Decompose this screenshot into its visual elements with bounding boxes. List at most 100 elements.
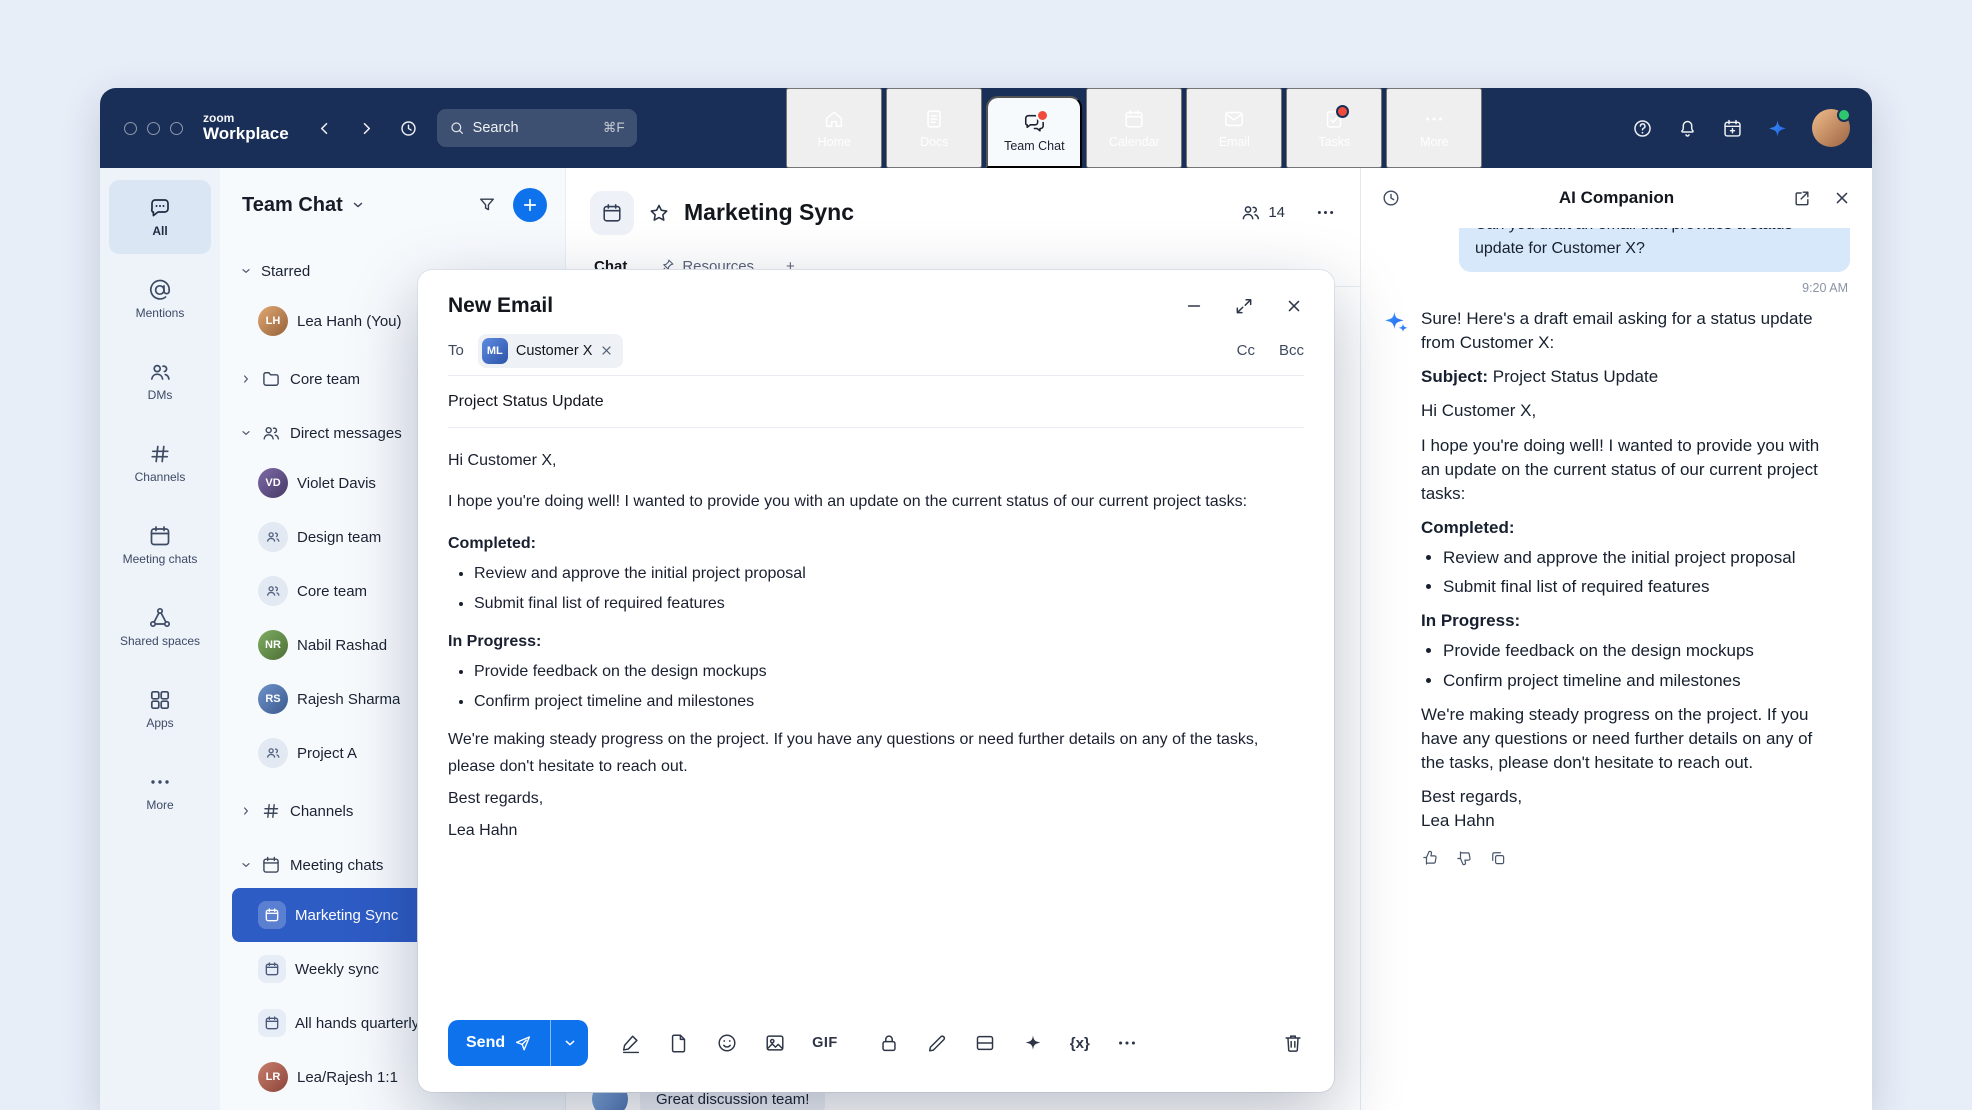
to-field[interactable]: To ML Customer X Cc Bcc (448, 326, 1304, 376)
chevron-right-icon (357, 119, 376, 138)
filter-button[interactable] (477, 195, 497, 215)
rail-item-meeting-chats[interactable]: Meeting chats (109, 508, 211, 582)
home-icon (823, 108, 845, 130)
signature-icon (620, 1032, 642, 1054)
window-dot[interactable] (124, 122, 137, 135)
window-dot[interactable] (170, 122, 183, 135)
search-input[interactable]: Search ⌘F (437, 109, 637, 147)
brand-zoom: zoom (203, 112, 289, 125)
rail-item-mentions[interactable]: Mentions (109, 262, 211, 336)
thumbs-up-button[interactable] (1421, 849, 1439, 867)
history-button[interactable] (395, 114, 423, 142)
rail-item-channels[interactable]: Channels (109, 426, 211, 500)
response-actions (1421, 849, 1820, 867)
left-rail: All Mentions DMs Channels Meeting chats (100, 168, 220, 1110)
open-in-new-button[interactable] (1792, 188, 1812, 208)
bcc-button[interactable]: Bcc (1279, 342, 1304, 359)
star-icon (648, 202, 670, 224)
pencil-icon (926, 1032, 948, 1054)
ai-compose-button[interactable] (1022, 1032, 1044, 1054)
recipient-name: Customer X (516, 343, 593, 359)
cc-button[interactable]: Cc (1237, 342, 1255, 359)
ellipsis-icon (1423, 108, 1445, 130)
calendar-add-button[interactable] (1722, 118, 1743, 139)
insert-image-button[interactable] (764, 1032, 786, 1054)
email-body-editor[interactable]: Hi Customer X, I hope you're doing well!… (418, 428, 1334, 1004)
gif-button[interactable]: GIF (812, 1035, 838, 1051)
ai-history-button[interactable] (1381, 188, 1401, 208)
nav-tasks[interactable]: Tasks (1286, 88, 1382, 168)
back-button[interactable] (311, 114, 339, 142)
close-icon (1284, 296, 1304, 316)
members-button[interactable]: 14 (1234, 201, 1291, 224)
close-button[interactable] (1832, 188, 1852, 208)
copy-button[interactable] (1489, 849, 1507, 867)
close-button[interactable] (1284, 296, 1304, 316)
attach-file-button[interactable] (668, 1032, 690, 1054)
brand-workplace: Workplace (203, 125, 289, 144)
modal-header: New Email (418, 270, 1334, 326)
emoji-button[interactable] (716, 1032, 738, 1054)
more-tools-button[interactable] (1116, 1032, 1138, 1054)
rail-item-more[interactable]: More (109, 754, 211, 828)
template-button[interactable] (974, 1032, 996, 1054)
avatar: LH (258, 306, 288, 336)
encrypt-button[interactable] (878, 1032, 900, 1054)
channel-more-button[interactable] (1315, 202, 1336, 223)
rail-item-dms[interactable]: DMs (109, 344, 211, 418)
chevron-down-icon (240, 265, 252, 277)
shared-spaces-icon (148, 606, 172, 630)
minimize-button[interactable] (1184, 296, 1204, 316)
hash-icon (148, 442, 172, 466)
rail-item-apps[interactable]: Apps (109, 672, 211, 746)
search-icon (449, 120, 465, 136)
chevron-down-icon (240, 427, 252, 439)
ellipsis-icon (1315, 202, 1336, 223)
new-chat-button[interactable] (513, 188, 547, 222)
star-button[interactable] (648, 202, 670, 224)
nav-more[interactable]: More (1386, 88, 1482, 168)
help-button[interactable] (1632, 118, 1653, 139)
discard-button[interactable] (1282, 1032, 1304, 1054)
nav-team-chat[interactable]: Team Chat (986, 96, 1082, 168)
send-button[interactable]: Send (448, 1020, 550, 1066)
email-icon (1223, 108, 1245, 130)
chevron-down-icon (351, 198, 365, 212)
hash-icon (261, 801, 281, 821)
history-icon (1381, 188, 1401, 208)
ellipsis-icon (1116, 1032, 1138, 1054)
notifications-button[interactable] (1677, 118, 1698, 139)
nav-email[interactable]: Email (1186, 88, 1282, 168)
send-options-button[interactable] (550, 1020, 588, 1066)
window-controls[interactable] (124, 122, 183, 135)
channel-calendar-icon (590, 191, 634, 235)
subject-field[interactable]: Project Status Update (448, 376, 1304, 428)
nav-calendar[interactable]: Calendar (1086, 88, 1182, 168)
ai-companion-button[interactable] (1767, 118, 1788, 139)
forward-button[interactable] (353, 114, 381, 142)
nav-docs[interactable]: Docs (886, 88, 982, 168)
window-dot[interactable] (147, 122, 160, 135)
user-avatar[interactable] (1812, 109, 1850, 147)
ai-conversation: Can you draft an email that provides a s… (1361, 228, 1872, 1110)
calendar-add-icon (1722, 118, 1743, 139)
people-icon (265, 529, 281, 545)
topbar: zoom Workplace Search ⌘F Home Docs (100, 88, 1872, 168)
rail-item-shared-spaces[interactable]: Shared spaces (109, 590, 211, 664)
people-icon (1240, 202, 1261, 223)
signature-button[interactable] (620, 1032, 642, 1054)
thumbs-down-button[interactable] (1455, 849, 1473, 867)
panel-title-dropdown[interactable]: Team Chat (242, 194, 365, 217)
variables-button[interactable]: {x} (1070, 1035, 1090, 1052)
file-icon (668, 1032, 690, 1054)
rail-item-all[interactable]: All (109, 180, 211, 254)
recipient-chip[interactable]: ML Customer X (478, 334, 624, 368)
group-avatar (258, 738, 288, 768)
edit-button[interactable] (926, 1032, 948, 1054)
people-icon (148, 360, 172, 384)
copy-icon (1489, 849, 1507, 867)
remove-recipient-button[interactable] (600, 344, 613, 357)
nav-home[interactable]: Home (786, 88, 882, 168)
expand-button[interactable] (1234, 296, 1254, 316)
chat-bubble-icon (148, 196, 172, 220)
